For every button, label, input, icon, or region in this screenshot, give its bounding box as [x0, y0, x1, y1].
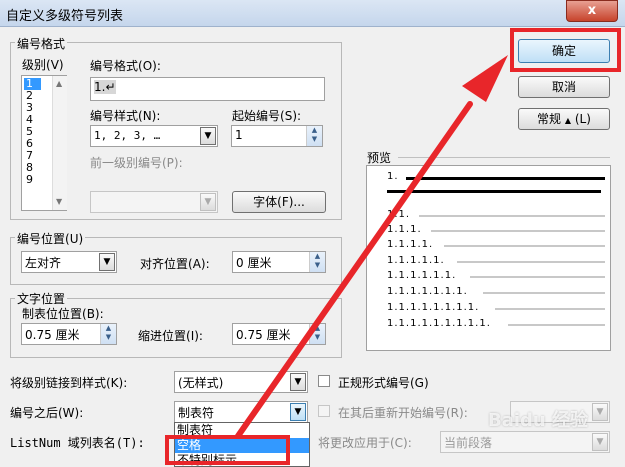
scroll-down-icon[interactable]: ▼ [56, 197, 62, 206]
tab-position-label: 制表位位置(B): [22, 307, 104, 321]
preview-text-line [431, 230, 605, 232]
indent-position-stepper[interactable]: 0.75 厘米 ▲ ▼ [232, 323, 326, 345]
alignment-select[interactable]: 左对齐 ▼ [21, 251, 117, 273]
title-bar: 自定义多级符号列表 x [0, 0, 625, 27]
preview-number-label: 1.1.1.1. [387, 239, 434, 250]
numbering-format-group-label: 编号格式 [15, 35, 68, 52]
watermark-text: Baidu 经验 [488, 410, 589, 431]
scroll-up-icon[interactable]: ▲ [56, 79, 62, 88]
preview-number-label: 1.1.1.1.1.1.1.1.1. [387, 318, 491, 329]
number-format-input[interactable]: 1.↵ [90, 77, 325, 101]
preview-number-label: 1.1.1.1.1.1.1.1. [387, 302, 480, 313]
close-button[interactable]: x [566, 0, 618, 22]
preview-text-line [387, 190, 601, 193]
listnum-label: ListNum 域列表名(T): [10, 436, 145, 450]
apply-to-label: 将更改应用于(C): [318, 436, 412, 450]
preview-number-label: 1.1. [387, 209, 411, 220]
start-number-stepper[interactable]: 1 ▲ ▼ [231, 125, 323, 147]
normal-toggle-button[interactable]: 常规 ▲ (L) [518, 108, 610, 130]
preview-pane: 1. 1.1. 1.1.1. 1.1.1.1. 1.1.1.1.1. 1.1.1.1.1.… [366, 165, 611, 351]
legal-numbering-label: 正规形式编号(G) [338, 376, 429, 390]
preview-text-line [469, 276, 605, 278]
number-style-label: 编号样式(N): [90, 109, 161, 123]
chevron-down-icon: ▼ [592, 433, 608, 451]
stepper-arrows-icon[interactable]: ▲ ▼ [309, 252, 325, 272]
arrow-head [462, 55, 508, 102]
preview-number-label: 1.1.1.1.1.1. [387, 270, 457, 281]
apply-to-select: 当前段落 ▼ [440, 431, 610, 453]
preview-text-line [418, 215, 605, 217]
preview-text-line [495, 308, 605, 310]
preview-number-label: 1.1.1.1.1. [387, 255, 445, 266]
collapse-arrow-icon: ▲ [564, 116, 572, 125]
chevron-down-icon: ▼ [592, 403, 608, 421]
stepper-arrows-icon[interactable]: ▲ ▼ [306, 126, 322, 146]
number-format-label: 编号格式(O): [90, 59, 161, 73]
chevron-down-icon[interactable]: ▼ [290, 373, 306, 391]
ok-button[interactable]: 确定 [518, 39, 610, 63]
chevron-down-icon[interactable]: ▼ [200, 127, 216, 145]
level-item[interactable]: 9 [24, 174, 41, 186]
chevron-down-icon: ▼ [200, 193, 216, 211]
level-list[interactable]: 123456789 ▲ ▼ [21, 75, 67, 211]
level-items: 123456789 [24, 78, 41, 186]
preview-number-label: 1.1.1.1.1.1.1. [387, 286, 468, 297]
align-position-stepper[interactable]: 0 厘米 ▲ ▼ [232, 251, 326, 273]
link-style-label: 将级别链接到样式(K): [10, 376, 128, 390]
follow-number-select[interactable]: 制表符 ▼ [174, 401, 308, 423]
preview-number-label: 1.1.1. [387, 224, 422, 235]
cancel-button[interactable]: 取消 [518, 76, 610, 98]
preview-text-line [482, 292, 605, 294]
stepper-arrows-icon[interactable]: ▲ ▼ [309, 324, 325, 344]
chevron-down-icon[interactable]: ▼ [290, 403, 306, 421]
preview-number-label: 1. [387, 171, 399, 182]
preview-text-line [405, 177, 605, 180]
number-position-group-label: 编号位置(U) [15, 230, 86, 247]
align-position-label: 对齐位置(A): [140, 257, 210, 271]
indent-position-label: 缩进位置(I): [138, 329, 203, 343]
restart-numbering-label: 在其后重新开始编号(R): [338, 406, 468, 420]
preview-text-line [444, 245, 605, 247]
previous-level-select: ▼ [90, 191, 218, 213]
preview-text-line [457, 261, 605, 263]
space-option-highlight [165, 435, 290, 465]
restart-numbering-checkbox [318, 405, 330, 417]
tab-position-stepper[interactable]: 0.75 厘米 ▲ ▼ [21, 323, 117, 345]
follow-number-label: 编号之后(W): [10, 406, 84, 420]
window-title: 自定义多级符号列表 [6, 9, 124, 24]
preview-text-line [508, 324, 605, 326]
preview-divider [398, 157, 610, 158]
chevron-down-icon[interactable]: ▼ [99, 253, 115, 271]
level-label: 级别(V) [22, 58, 64, 72]
preview-label: 预览 [367, 151, 392, 165]
start-number-label: 起始编号(S): [232, 109, 302, 123]
font-button[interactable]: 字体(F)... [232, 191, 326, 213]
level-list-scrollbar[interactable]: ▲ ▼ [52, 76, 67, 210]
link-style-select[interactable]: (无样式) ▼ [174, 371, 308, 393]
legal-numbering-checkbox[interactable] [318, 375, 330, 387]
stepper-arrows-icon[interactable]: ▲ ▼ [100, 324, 116, 344]
previous-level-label: 前一级别编号(P): [90, 156, 183, 170]
number-style-select[interactable]: 1, 2, 3, … ▼ [90, 125, 218, 147]
